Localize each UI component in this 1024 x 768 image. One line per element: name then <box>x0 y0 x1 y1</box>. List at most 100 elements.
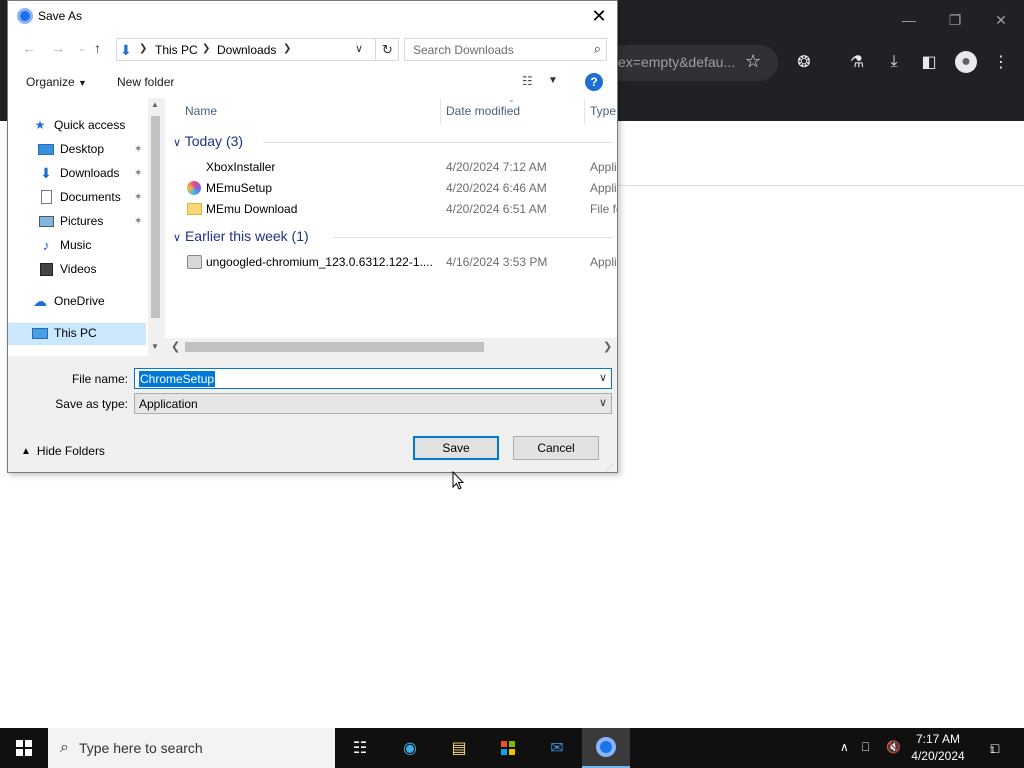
bookmark-star-icon[interactable]: ☆ <box>745 51 761 72</box>
file-name: MEmu Download <box>206 202 298 216</box>
sidebar-item-desktop[interactable]: Desktop <box>38 142 104 156</box>
tray-chevron-up-icon[interactable]: ∧ <box>840 740 849 754</box>
scroll-down-icon[interactable]: ▼ <box>151 342 159 351</box>
column-header-type[interactable]: Type <box>590 104 616 118</box>
pin-icon[interactable]: ✶ <box>134 192 142 203</box>
forward-arrow-icon[interactable]: → <box>51 40 65 56</box>
labs-flask-icon[interactable]: ⚗ <box>846 51 868 73</box>
cancel-button[interactable]: Cancel <box>513 436 599 460</box>
breadcrumb-separator-icon[interactable]: ❯ <box>283 43 291 54</box>
refresh-icon[interactable]: ↻ <box>375 39 399 60</box>
clock[interactable]: 7:17 AM 4/20/2024 <box>906 731 970 765</box>
file-type: Appli <box>590 181 617 195</box>
chrome-close-button[interactable]: ✕ <box>978 0 1024 40</box>
sidebar-item-videos[interactable]: Videos <box>38 262 96 276</box>
mouse-cursor-icon <box>452 471 464 490</box>
notification-icon[interactable]: □ 1 <box>980 736 1006 760</box>
network-icon[interactable]: ⎕ <box>862 740 869 755</box>
address-dropdown-icon[interactable]: ∨ <box>355 42 363 55</box>
sidebar-item-onedrive[interactable]: ☁ OneDrive <box>32 293 105 309</box>
chrome-taskbar-icon[interactable] <box>582 728 630 768</box>
task-view-icon[interactable]: ☷ <box>336 728 384 768</box>
column-header-date[interactable]: Date modified <box>446 104 520 118</box>
help-icon[interactable]: ? <box>585 73 603 91</box>
pin-icon[interactable]: ✶ <box>134 144 142 155</box>
profile-avatar-icon[interactable]: ● <box>955 51 977 73</box>
volume-muted-icon[interactable]: 🔇 <box>886 740 901 754</box>
documents-icon <box>38 190 54 204</box>
recent-chevron-icon[interactable]: ⌄ <box>78 43 86 54</box>
scroll-left-icon[interactable]: ❮ <box>171 340 180 353</box>
chevron-down-icon: ▼ <box>78 78 87 88</box>
pictures-icon <box>38 214 54 228</box>
breadcrumb-this-pc[interactable]: This PC <box>155 43 198 57</box>
address-bar[interactable]: ⬇ ❯ This PC ❯ Downloads ❯ ∨ ↻ <box>116 38 399 61</box>
scroll-up-icon[interactable]: ▲ <box>151 100 159 109</box>
column-header-name[interactable]: Name <box>185 104 217 118</box>
menu-dots-icon[interactable]: ⋮ <box>990 51 1012 73</box>
sidebar-scrollbar[interactable]: ▲ ▼ <box>148 98 163 356</box>
search-input[interactable]: Search Downloads ⌕ <box>404 38 607 61</box>
breadcrumb-separator-icon[interactable]: ❯ <box>202 43 210 54</box>
sidebar-item-downloads[interactable]: ⬇ Downloads <box>38 165 119 181</box>
column-divider[interactable] <box>584 98 585 124</box>
file-explorer-icon[interactable]: ▤ <box>435 728 483 768</box>
organize-menu[interactable]: Organize ▼ <box>26 75 87 89</box>
start-windows-icon[interactable] <box>0 728 48 768</box>
file-row[interactable]: MEmuSetup 4/20/2024 6:46 AM Appli <box>165 178 617 199</box>
sidebar-item-music[interactable]: ♪ Music <box>38 237 92 253</box>
scroll-thumb[interactable] <box>151 116 160 318</box>
column-divider[interactable] <box>440 98 441 124</box>
file-name-field[interactable]: ChromeSetup ∨ <box>134 368 612 389</box>
search-placeholder: Search Downloads <box>413 43 514 57</box>
chevron-down-icon[interactable]: ∨ <box>599 396 607 409</box>
sidebar-item-quick-access[interactable]: ★ Quick access <box>32 118 126 132</box>
back-arrow-icon[interactable]: ← <box>22 40 36 56</box>
file-list: ⌄ Name Date modified Type ∨ Today (3) Xb… <box>165 98 617 356</box>
up-arrow-icon[interactable]: ↑ <box>94 40 101 56</box>
file-date: 4/20/2024 7:12 AM <box>446 160 547 174</box>
group-header-today[interactable]: ∨ Today (3) <box>173 133 243 149</box>
mail-icon[interactable]: ✉ <box>533 728 581 768</box>
side-panel-icon[interactable]: ◧ <box>918 51 940 73</box>
breadcrumb-separator-icon[interactable]: ❯ <box>139 43 147 54</box>
hide-folders-button[interactable]: ▲ Hide Folders <box>21 444 105 458</box>
resize-grip-icon[interactable]: ⋰ <box>605 463 613 472</box>
edge-icon[interactable]: ◉ <box>386 728 434 768</box>
sidebar-item-documents[interactable]: Documents <box>38 190 121 204</box>
chevron-down-icon[interactable]: ∨ <box>599 371 607 384</box>
dialog-titlebar[interactable]: Save As ✕ <box>8 1 617 31</box>
view-dropdown-icon[interactable]: ▼ <box>548 75 558 86</box>
memu-icon <box>187 181 203 195</box>
restore-button[interactable]: ❐ <box>932 0 978 40</box>
file-date: 4/20/2024 6:51 AM <box>446 202 547 216</box>
sidebar-item-this-pc[interactable]: This PC <box>32 326 97 340</box>
download-location-icon: ⬇ <box>120 42 132 58</box>
hide-folders-label: Hide Folders <box>36 444 105 458</box>
extensions-icon[interactable]: ❂ <box>793 51 815 73</box>
group-header-earlier-this-week[interactable]: ∨ Earlier this week (1) <box>173 228 309 244</box>
scroll-right-icon[interactable]: ❯ <box>603 340 612 353</box>
scroll-thumb[interactable] <box>185 342 484 352</box>
pin-icon[interactable]: ✶ <box>134 216 142 227</box>
view-options-icon[interactable]: ☷ <box>522 74 533 88</box>
microsoft-store-icon[interactable] <box>484 728 532 768</box>
save-button[interactable]: Save <box>413 436 499 460</box>
pin-icon[interactable]: ✶ <box>134 168 142 179</box>
minimize-button[interactable]: — <box>886 0 932 40</box>
new-folder-button[interactable]: New folder <box>117 75 174 89</box>
save-type-select[interactable]: Application ∨ <box>134 393 612 414</box>
omnibox-url[interactable]: ex=empty&defau... <box>618 54 735 70</box>
taskbar-search-input[interactable]: ⌕ Type here to search <box>48 728 335 768</box>
file-name-value[interactable]: ChromeSetup <box>139 371 216 387</box>
sidebar-item-label: Quick access <box>54 118 126 132</box>
file-row[interactable]: ungoogled-chromium_123.0.6312.122-1.... … <box>165 252 617 273</box>
close-icon[interactable]: ✕ <box>588 5 610 27</box>
downloads-icon[interactable]: ⤓ <box>883 51 905 73</box>
breadcrumb-downloads[interactable]: Downloads <box>217 43 276 57</box>
horizontal-scrollbar[interactable]: ❮ ❯ <box>165 338 617 356</box>
file-row[interactable]: XboxInstaller 4/20/2024 7:12 AM Appli <box>165 157 617 178</box>
folder-icon <box>187 202 203 216</box>
sidebar-item-pictures[interactable]: Pictures <box>38 214 103 228</box>
file-row[interactable]: MEmu Download 4/20/2024 6:51 AM File fo <box>165 199 617 220</box>
